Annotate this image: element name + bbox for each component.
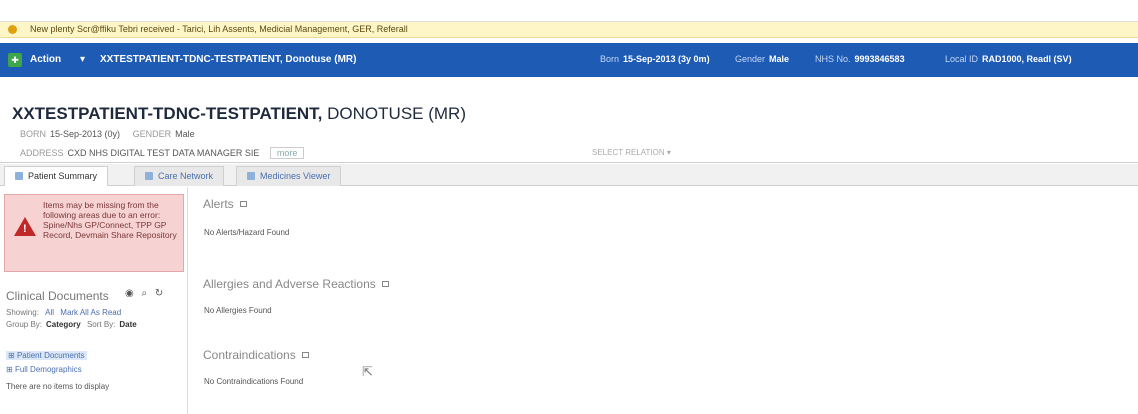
banner-gender-value: Male [769,54,790,64]
group-by-value[interactable]: Category [46,320,81,329]
allergies-section-title: Allergies and Adverse Reactions [203,277,389,291]
list-item[interactable]: ⊞ Full Demographics [6,365,82,374]
born-label: BORN [20,129,47,139]
section-title-text: Allergies and Adverse Reactions [203,277,376,291]
group-by-label: Group By: [6,320,43,329]
born-value: 15-Sep-2013 (0y) [50,129,121,139]
tab-medicines-viewer[interactable]: Medicines Viewer [236,166,342,186]
address-label: ADDRESS [20,148,64,158]
showing-label: Showing: [6,308,39,317]
alerts-empty-message: No Alerts/Hazard Found [204,228,290,237]
banner-born-value: 15-Sep-2013 (3y 0m) [623,54,710,64]
select-relation-dropdown[interactable]: SELECT RELATION ▾ [592,148,671,157]
patient-surname: XXTESTPATIENT-TDNC-TESTPATIENT, [12,104,323,123]
select-relation-label: SELECT RELATION [592,148,665,157]
patient-address: ADDRESS CXD NHS DIGITAL TEST DATA MANAGER… [20,147,305,159]
notification-bar[interactable]: New plenty Scr@ffiku Tebri received - Ta… [0,22,1138,38]
error-message-text: Items may be missing from the following … [43,200,177,240]
medicines-icon [247,172,255,180]
address-value: CXD NHS DIGITAL TEST DATA MANAGER SIE [67,148,260,158]
eye-icon[interactable]: ◉ [125,288,134,299]
collapse-icon[interactable] [301,352,309,358]
network-icon [145,172,153,180]
warning-icon [8,25,17,34]
tab-label: Patient Summary [28,171,98,181]
chevron-down-icon[interactable]: ▾ [80,54,85,65]
alerts-section-title: Alerts [203,197,247,211]
clinical-documents-title: Clinical Documents [6,289,109,303]
banner-born: Born 15-Sep-2013 (3y 0m) [600,54,710,64]
banner-local-label: Local ID [945,54,979,64]
notification-message[interactable]: New plenty Scr@ffiku Tebri received - Ta… [30,24,408,34]
refresh-icon[interactable]: ↻ [155,288,163,299]
error-message-box: ! Items may be missing from the followin… [4,194,184,272]
patient-banner: ✚ Action ▾ XXTESTPATIENT-TDNC-TESTPATIEN… [0,43,1138,77]
breadcrumb-strip [0,0,1138,22]
empty-list-message: There are no items to display [6,382,110,391]
allergies-empty-message: No Allergies Found [204,306,272,315]
banner-gender: Gender Male [735,54,789,64]
left-sidebar: ! Items may be missing from the followin… [0,187,188,414]
banner-local-value: RAD1000, ReadI (SV) [982,54,1072,64]
expand-icon: ⊞ [8,351,15,360]
banner-local-id: Local ID RAD1000, ReadI (SV) [945,54,1072,64]
sort-by-label: Sort By: [86,320,116,329]
group-sort-controls: Group By: Category Sort By: Date [6,320,141,329]
banner-nhs: NHS No. 9993846583 [815,54,905,64]
showing-filter: Showing: All Mark All As Read [6,308,121,317]
page-title: XXTESTPATIENT-TDNC-TESTPATIENT, DONOTUSE… [12,104,466,124]
list-item[interactable]: ⊞ Patient Documents [6,351,87,360]
expand-icon: ⊞ [6,365,13,374]
showing-all-link[interactable]: All [45,308,54,317]
banner-patient-name: XXTESTPATIENT-TDNC-TESTPATIENT, Donotuse… [100,54,357,65]
tab-label: Care Network [158,171,214,181]
tab-care-network[interactable]: Care Network [134,166,225,186]
patient-header: XXTESTPATIENT-TDNC-TESTPATIENT, DONOTUSE… [0,77,1138,163]
contraindications-empty-message: No Contraindications Found [204,377,304,386]
patient-forename: DONOTUSE (MR) [327,104,466,123]
action-menu-button[interactable]: Action [30,54,61,65]
address-more-button[interactable]: more [269,147,305,159]
banner-nhs-label: NHS No. [815,54,851,64]
banner-gender-label: Gender [735,54,766,64]
banner-born-label: Born [600,54,620,64]
app-logo-icon: ✚ [8,53,22,67]
collapse-icon[interactable] [381,281,389,287]
gender-label: GENDER [132,129,172,139]
gender-value: Male [175,129,195,139]
summary-icon [15,172,23,180]
banner-nhs-value: 9993846583 [854,54,905,64]
sort-by-value[interactable]: Date [119,320,136,329]
clinical-documents-toolbar: ◉ ⌕ ↻ [120,288,163,299]
tab-bar: Patient Summary Care Network Medicines V… [0,164,1138,186]
search-icon[interactable]: ⌕ [142,288,148,299]
section-title-text: Alerts [203,197,234,211]
tab-label: Medicines Viewer [260,171,331,181]
tab-patient-summary[interactable]: Patient Summary [4,166,109,186]
patient-demographics: BORN 15-Sep-2013 (0y) GENDER Male [20,129,195,139]
collapse-icon[interactable] [239,201,247,207]
exclamation-icon: ! [23,223,27,235]
mark-all-read-link[interactable]: Mark All As Read [60,308,121,317]
list-item-label: Patient Documents [16,351,85,360]
contraindications-section-title: Contraindications [203,348,309,362]
cursor-icon: ⇱ [362,364,373,379]
section-title-text: Contraindications [203,348,296,362]
list-item-label: Full Demographics [14,365,82,374]
